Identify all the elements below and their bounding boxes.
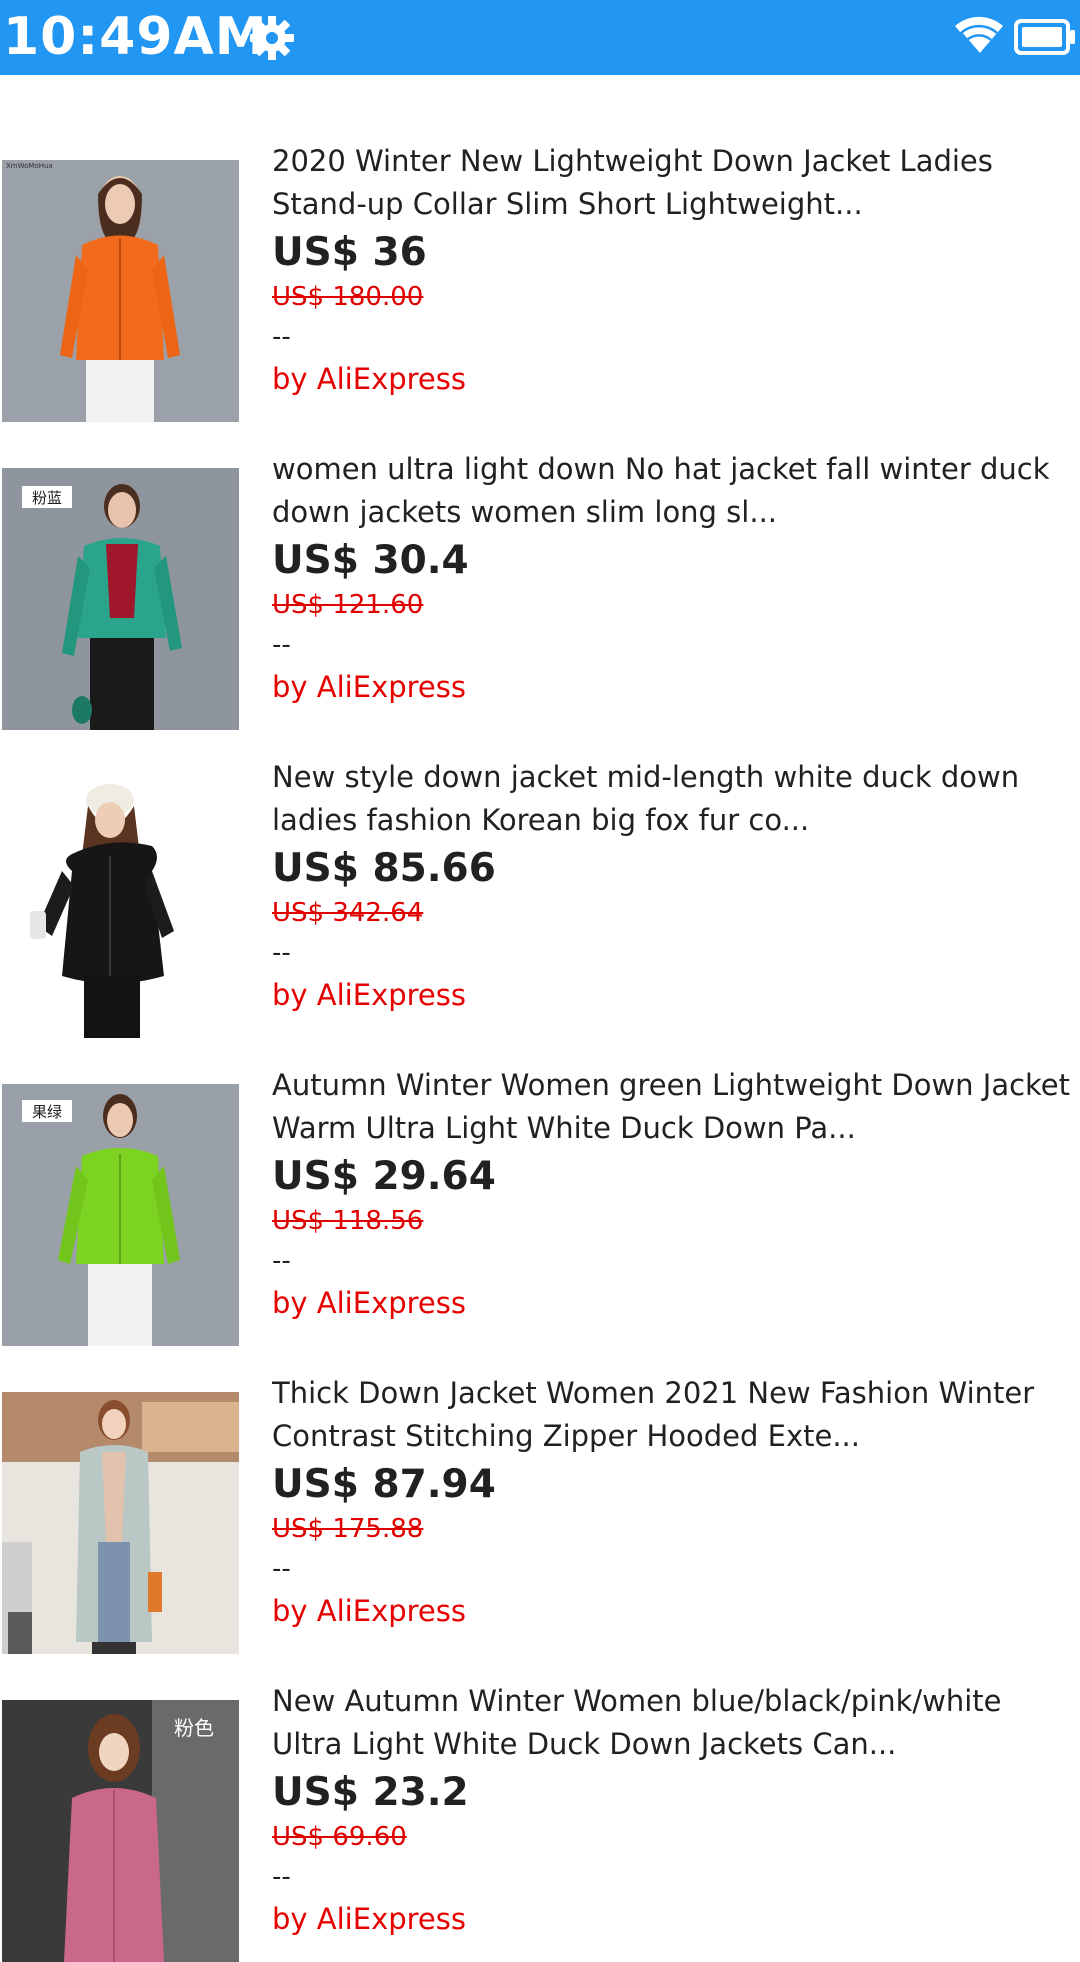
product-price: US$ 85.66 (272, 846, 496, 891)
product-original-price: US$ 342.64 (272, 898, 424, 928)
battery-icon (1014, 19, 1075, 55)
product-price: US$ 23.2 (272, 1770, 469, 1815)
product-image-tag: 果绿 (32, 1103, 62, 1121)
product-title[interactable]: New style down jacket mid-length white d… (272, 756, 1072, 842)
product-item[interactable]: 粉色 New Autumn Winter Women blue/black/pi… (0, 1615, 1080, 1962)
product-original-price: US$ 175.88 (272, 1514, 424, 1544)
product-original-price: US$ 69.60 (272, 1822, 407, 1852)
product-title[interactable]: Autumn Winter Women green Lightweight Do… (272, 1064, 1072, 1150)
product-price: US$ 36 (272, 230, 427, 275)
product-image-tag: 粉蓝 (32, 489, 62, 507)
product-original-price: US$ 121.60 (272, 590, 424, 620)
wifi-icon (955, 16, 1003, 55)
product-rating: -- (272, 1246, 291, 1276)
product-price: US$ 87.94 (272, 1462, 496, 1507)
product-price: US$ 30.4 (272, 538, 469, 583)
product-rating: -- (272, 322, 291, 352)
product-image[interactable]: 粉色 (2, 1700, 239, 1962)
status-bar: 10:49AM (0, 0, 1080, 75)
svg-text:XmWoMoHua: XmWoMoHua (6, 162, 53, 170)
product-title[interactable]: 2020 Winter New Lightweight Down Jacket … (272, 140, 1072, 226)
product-item[interactable]: 粉蓝 women ultra light down No hat jacket … (0, 383, 1080, 730)
product-item[interactable]: 果绿 Autumn Winter Women green Lightweight… (0, 999, 1080, 1346)
product-rating: -- (272, 1862, 291, 1892)
product-title[interactable]: New Autumn Winter Women blue/black/pink/… (272, 1680, 1072, 1766)
product-price: US$ 29.64 (272, 1154, 496, 1199)
product-original-price: US$ 180.00 (272, 282, 424, 312)
product-rating: -- (272, 938, 291, 968)
product-item[interactable]: Thick Down Jacket Women 2021 New Fashion… (0, 1307, 1080, 1654)
product-image-tag: 粉色 (174, 1716, 214, 1740)
product-title[interactable]: women ultra light down No hat jacket fal… (272, 448, 1072, 534)
status-time: 10:49AM (3, 7, 268, 67)
gear-icon (250, 16, 294, 60)
product-original-price: US$ 118.56 (272, 1206, 424, 1236)
product-seller: by AliExpress (272, 1902, 466, 1936)
product-rating: -- (272, 630, 291, 660)
product-rating: -- (272, 1554, 291, 1584)
product-item[interactable]: XmWoMoHua 2020 Winter New Lightweight Do… (0, 75, 1080, 422)
product-item[interactable]: New style down jacket mid-length white d… (0, 691, 1080, 1038)
product-title[interactable]: Thick Down Jacket Women 2021 New Fashion… (272, 1372, 1072, 1458)
